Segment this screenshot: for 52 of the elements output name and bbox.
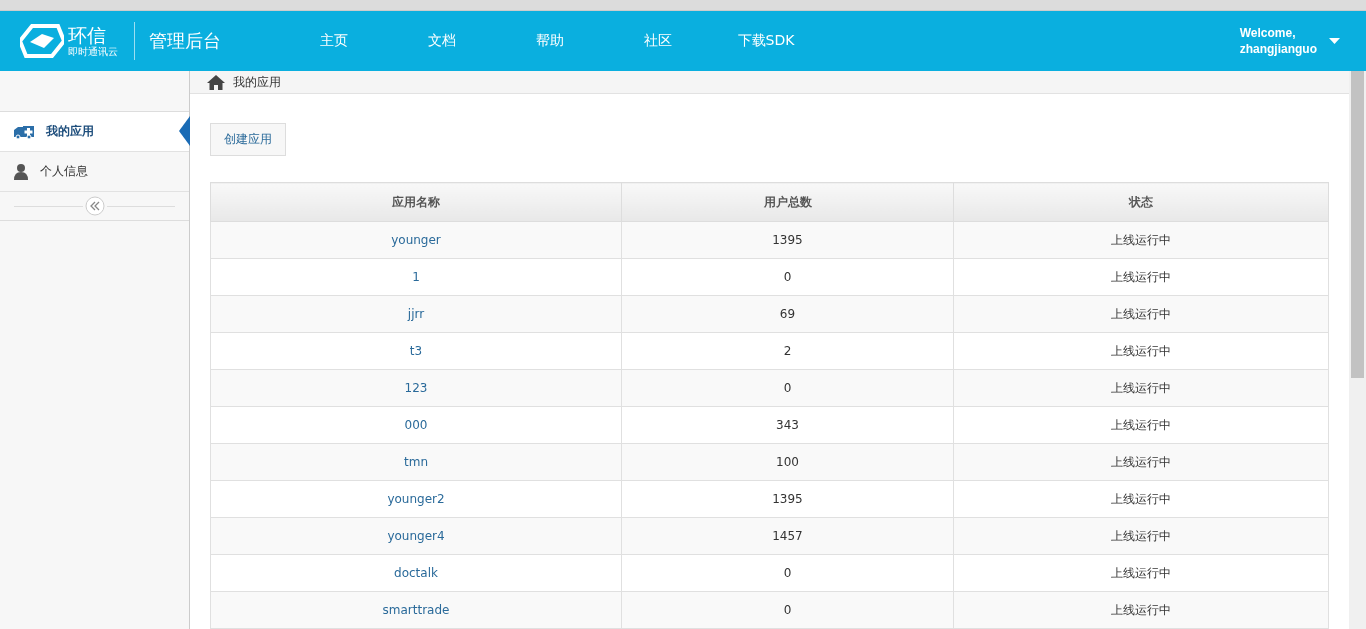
create-app-button[interactable]: 创建应用 xyxy=(210,123,286,156)
table-cell: 上线运行中 xyxy=(953,517,1329,555)
app-name-link[interactable]: 123 xyxy=(404,381,428,395)
table-cell: 69 xyxy=(621,295,954,333)
app-name-link[interactable]: smarttrade xyxy=(382,603,450,617)
app-name-link[interactable]: t3 xyxy=(409,344,423,358)
table-cell: 343 xyxy=(621,406,954,444)
app-name-link[interactable]: jjrr xyxy=(407,307,425,321)
caret-icon[interactable] xyxy=(1329,38,1340,44)
app-name-link[interactable]: younger4 xyxy=(387,529,445,543)
ambulance-icon xyxy=(14,124,34,139)
app-name-link[interactable]: 000 xyxy=(404,418,428,432)
app-name-link[interactable]: doctalk xyxy=(394,566,438,580)
table-cell: 0 xyxy=(621,369,954,407)
table-cell: 上线运行中 xyxy=(953,443,1329,481)
sidebar-item[interactable]: 我的应用 xyxy=(0,112,189,152)
table-cell: 1395 xyxy=(621,221,954,259)
table-cell: 上线运行中 xyxy=(953,295,1329,333)
table-cell: 上线运行中 xyxy=(953,221,1329,259)
logo-tagline: 即时通讯云 xyxy=(68,45,118,57)
welcome-text: Welcome, xyxy=(1239,25,1297,41)
table-cell: 上线运行中 xyxy=(953,258,1329,296)
table-cell: 1395 xyxy=(621,480,954,518)
table-cell: 上线运行中 xyxy=(953,554,1329,592)
column-header: 状态 xyxy=(953,182,1329,222)
sidebar-item[interactable]: 个人信息 xyxy=(0,152,189,192)
user-icon xyxy=(14,163,28,180)
breadcrumb-text: 我的应用 xyxy=(233,73,281,91)
table-cell: 上线运行中 xyxy=(953,332,1329,370)
table-cell: 上线运行中 xyxy=(953,591,1329,629)
app-name-link[interactable]: younger2 xyxy=(387,492,445,506)
table-cell: 上线运行中 xyxy=(953,406,1329,444)
app-title: 管理后台 xyxy=(149,29,221,53)
app-name-link[interactable]: 1 xyxy=(412,270,420,284)
table-cell: 100 xyxy=(621,443,954,481)
logo-name: 环信 xyxy=(68,25,107,46)
table-cell: 1457 xyxy=(621,517,954,555)
selection-pointer xyxy=(179,116,190,146)
table-cell: 0 xyxy=(621,554,954,592)
logo-icon xyxy=(20,24,64,58)
table-cell: 2 xyxy=(621,332,954,370)
scrollbar[interactable] xyxy=(1349,71,1366,629)
collapse-icon[interactable] xyxy=(84,196,105,216)
table-cell: 0 xyxy=(621,258,954,296)
app-name-link[interactable]: younger xyxy=(391,233,441,247)
table-cell: 上线运行中 xyxy=(953,369,1329,407)
column-header: 应用名称 xyxy=(210,182,622,222)
table-cell: 0 xyxy=(621,591,954,629)
app-name-link[interactable]: tmn xyxy=(404,455,428,469)
table-cell: 上线运行中 xyxy=(953,480,1329,518)
home-icon[interactable] xyxy=(207,74,225,90)
column-header: 用户总数 xyxy=(621,182,954,222)
